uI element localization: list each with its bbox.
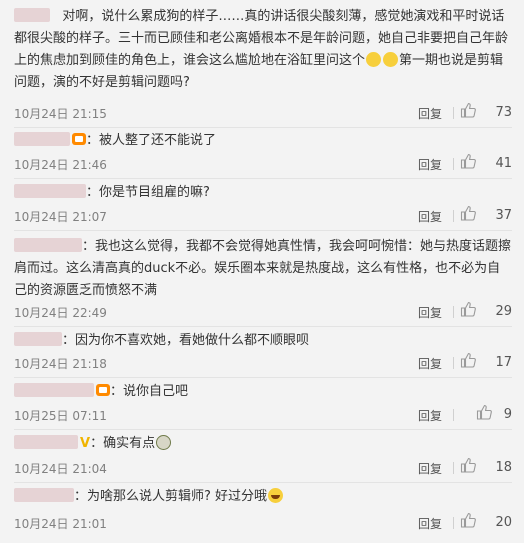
reply-button[interactable]: 回复: [418, 407, 442, 424]
comment-text: ：确实有点: [90, 436, 156, 451]
username-link[interactable]: [14, 383, 94, 397]
comment-text: ：说你自己吧: [110, 384, 189, 399]
vip-badge-icon: [72, 133, 86, 145]
comment-date: 10月24日 22:49: [14, 306, 107, 320]
divider: [453, 210, 454, 222]
divider: [453, 409, 454, 421]
comment-item: ：你是节目组雇的嘛? 10月24日 21:07 回复 37: [14, 179, 512, 231]
comment-meta: 10月24日 21:01 回复 20: [14, 509, 512, 537]
username-link[interactable]: [14, 8, 50, 22]
comment-item: ：说你自己吧 10月25日 07:11 回复 9: [14, 378, 512, 430]
like-count: 9: [503, 407, 512, 422]
comment-item: ：为啥那么说人剪辑师? 好过分哦 10月24日 21:01 回复 20: [14, 483, 512, 543]
comment-text: ：被人整了还不能说了: [86, 133, 217, 148]
comment-meta: 10月24日 21:18 回复 17: [14, 349, 512, 377]
like-count: 20: [495, 515, 512, 530]
vip-badge-icon: [96, 384, 110, 396]
divider: [453, 462, 454, 474]
username-link[interactable]: [14, 435, 78, 449]
like-count: 18: [495, 460, 512, 475]
emoji-icon: [156, 435, 172, 450]
divider: [453, 357, 454, 369]
comment-date: 10月24日 21:46: [14, 158, 107, 172]
reply-button[interactable]: 回复: [418, 208, 442, 225]
divider: [453, 158, 454, 170]
comment-text: ：你是节目组雇的嘛?: [86, 185, 210, 200]
thumbs-up-icon: [460, 301, 476, 317]
comment-meta: 10月25日 07:11 回复 9: [14, 401, 512, 429]
thumbs-up-icon: [460, 205, 476, 221]
comment-date: 10月24日 21:01: [14, 517, 107, 531]
like-button[interactable]: 18: [460, 456, 512, 478]
thumbs-up-icon: [476, 404, 492, 420]
like-button[interactable]: 29: [460, 300, 512, 322]
username-link[interactable]: [14, 332, 62, 346]
comment-meta: 10月24日 21:15 回复 73: [14, 99, 512, 127]
like-button[interactable]: 73: [460, 101, 512, 123]
like-button[interactable]: 17: [460, 351, 512, 373]
comment-list: 对啊，说什么累成狗的样子……真的讲话很尖酸刻薄，感觉她演戏和平时说话都很尖酸的样…: [0, 0, 524, 543]
comment-date: 10月25日 07:11: [14, 409, 107, 423]
username-link[interactable]: [14, 488, 74, 502]
emoji-icon: [383, 52, 399, 67]
comment-item: V：确实有点 10月24日 21:04 回复 18: [14, 430, 512, 483]
comment-meta: 10月24日 22:49 回复 29: [14, 298, 512, 326]
reply-button[interactable]: 回复: [418, 304, 442, 321]
comment-meta: 10月24日 21:46 回复 41: [14, 150, 512, 178]
like-button[interactable]: 41: [460, 152, 512, 174]
divider: [453, 107, 454, 119]
comment-date: 10月24日 21:15: [14, 107, 107, 121]
reply-button[interactable]: 回复: [418, 515, 442, 532]
like-button[interactable]: 20: [460, 511, 512, 533]
comment-item: 对啊，说什么累成狗的样子……真的讲话很尖酸刻薄，感觉她演戏和平时说话都很尖酸的样…: [14, 0, 512, 128]
comment-text: ：因为你不喜欢她，看她做什么都不顺眼呗: [62, 333, 310, 348]
emoji-icon: [366, 52, 382, 67]
thumbs-up-icon: [460, 512, 476, 528]
thumbs-up-icon: [460, 457, 476, 473]
like-count: 29: [495, 304, 512, 319]
comment-item: ：因为你不喜欢她，看她做什么都不顺眼呗 10月24日 21:18 回复 17: [14, 327, 512, 378]
comment-text: ：我也这么觉得，我都不会觉得她真性情，我会呵呵惋惜：她与热度话题擦肩而过。这么清…: [14, 239, 512, 298]
reply-button[interactable]: 回复: [418, 105, 442, 122]
reply-button[interactable]: 回复: [418, 460, 442, 477]
like-count: 17: [495, 355, 512, 370]
emoji-icon: [268, 488, 284, 503]
reply-button[interactable]: 回复: [418, 156, 442, 173]
comment-meta: 10月24日 21:04 回复 18: [14, 454, 512, 482]
divider: [453, 306, 454, 318]
comment-text: ：为啥那么说人剪辑师? 好过分哦: [74, 489, 268, 504]
comment-date: 10月24日 21:04: [14, 462, 107, 476]
comment-item: ：我也这么觉得，我都不会觉得她真性情，我会呵呵惋惜：她与热度话题擦肩而过。这么清…: [14, 231, 512, 327]
like-count: 41: [495, 156, 512, 171]
comment-meta: 10月24日 21:07 回复 37: [14, 202, 512, 230]
username-link[interactable]: [14, 184, 86, 198]
like-button[interactable]: 9: [476, 403, 512, 425]
like-count: 73: [495, 105, 512, 120]
thumbs-up-icon: [460, 102, 476, 118]
thumbs-up-icon: [460, 153, 476, 169]
comment-date: 10月24日 21:07: [14, 210, 107, 224]
divider: [453, 517, 454, 529]
thumbs-up-icon: [460, 352, 476, 368]
username-link[interactable]: [14, 132, 70, 146]
like-button[interactable]: 37: [460, 204, 512, 226]
username-link[interactable]: [14, 238, 82, 252]
like-count: 37: [495, 208, 512, 223]
comment-date: 10月24日 21:18: [14, 357, 107, 371]
verified-badge-icon: V: [80, 436, 91, 451]
reply-button[interactable]: 回复: [418, 355, 442, 372]
comment-item: ：被人整了还不能说了 10月24日 21:46 回复 41: [14, 128, 512, 179]
